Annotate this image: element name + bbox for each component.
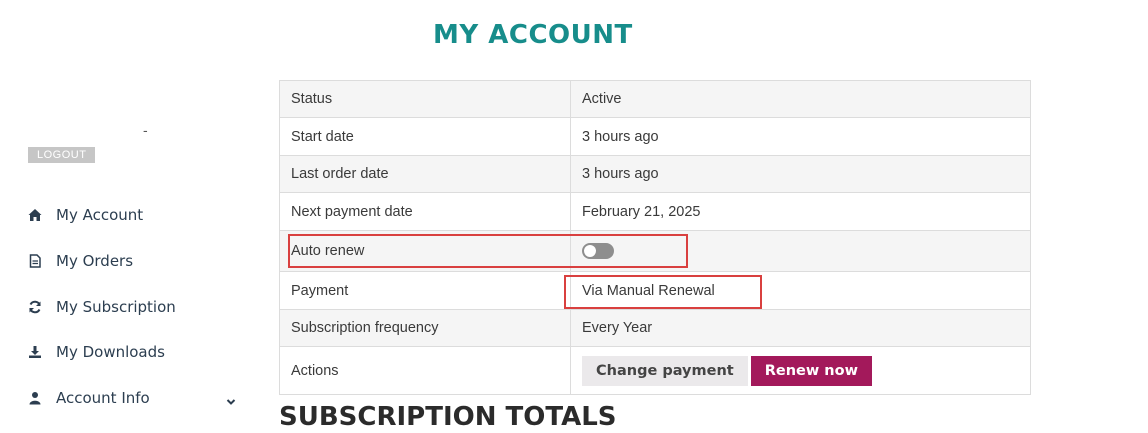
sidebar-item-account-info[interactable]: Account Info — [28, 386, 248, 410]
row-label: Start date — [279, 117, 571, 156]
document-icon — [28, 254, 42, 268]
row-label: Auto renew — [279, 230, 571, 272]
status-value: Active — [570, 80, 1031, 118]
home-icon — [28, 208, 42, 222]
subscription-details-table: Status Active Start date 3 hours ago Las… — [279, 80, 1031, 395]
sidebar-item-label: My Subscription — [56, 298, 176, 316]
actions-cell: Change payment Renew now — [570, 346, 1031, 395]
table-row-start-date: Start date 3 hours ago — [279, 117, 1031, 156]
page-title: MY ACCOUNT — [433, 20, 633, 50]
download-icon — [28, 345, 42, 359]
last-order-date-value: 3 hours ago — [570, 155, 1031, 193]
payment-value: Via Manual Renewal — [570, 271, 1031, 310]
table-row-status: Status Active — [279, 80, 1031, 118]
renew-now-button[interactable]: Renew now — [750, 355, 872, 386]
logout-button[interactable]: LOGOUT — [28, 147, 96, 163]
sidebar-item-my-subscription[interactable]: My Subscription — [28, 295, 176, 319]
toggle-knob — [584, 245, 596, 258]
chevron-down-icon[interactable] — [226, 393, 236, 405]
user-name-separator: - — [143, 122, 148, 138]
row-label: Subscription frequency — [279, 309, 571, 347]
row-label: Last order date — [279, 155, 571, 193]
row-label: Payment — [279, 271, 571, 310]
sidebar-item-label: My Downloads — [56, 343, 165, 361]
frequency-value: Every Year — [570, 309, 1031, 347]
change-payment-button[interactable]: Change payment — [582, 355, 748, 386]
sidebar-item-my-orders[interactable]: My Orders — [28, 249, 133, 273]
next-payment-date-value: February 21, 2025 — [570, 192, 1031, 231]
subscription-totals-heading: SUBSCRIPTION TOTALS — [279, 402, 617, 432]
sidebar-item-my-downloads[interactable]: My Downloads — [28, 340, 165, 364]
sidebar-item-label: Account Info — [56, 389, 150, 407]
table-row-actions: Actions Change payment Renew now — [279, 346, 1031, 395]
start-date-value: 3 hours ago — [570, 117, 1031, 156]
auto-renew-cell — [570, 230, 1031, 272]
sidebar: - LOGOUT My Account My Orders My Subscri… — [0, 0, 260, 433]
table-row-auto-renew: Auto renew — [279, 230, 1031, 272]
sidebar-item-my-account[interactable]: My Account — [28, 203, 143, 227]
table-row-next-payment-date: Next payment date February 21, 2025 — [279, 192, 1031, 231]
row-label: Actions — [279, 346, 571, 395]
user-icon — [28, 391, 42, 405]
row-label: Status — [279, 80, 571, 118]
table-row-payment: Payment Via Manual Renewal — [279, 271, 1031, 310]
auto-renew-toggle[interactable] — [582, 243, 614, 260]
table-row-frequency: Subscription frequency Every Year — [279, 309, 1031, 347]
sidebar-item-label: My Account — [56, 206, 144, 224]
sidebar-item-label: My Orders — [56, 252, 134, 270]
row-label: Next payment date — [279, 192, 571, 231]
table-row-last-order-date: Last order date 3 hours ago — [279, 155, 1031, 193]
refresh-icon — [28, 300, 42, 314]
